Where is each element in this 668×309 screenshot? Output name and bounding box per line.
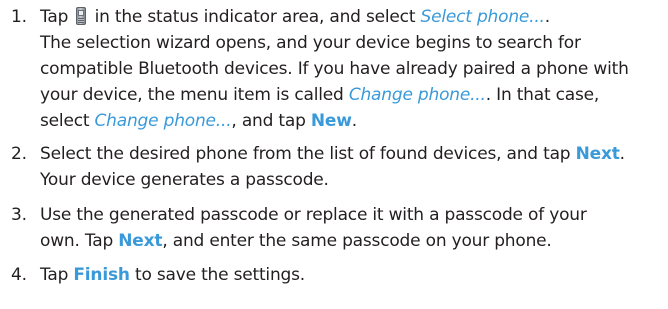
finish-keyword[interactable]: Finish bbox=[73, 265, 130, 285]
new-keyword[interactable]: New bbox=[311, 111, 352, 131]
text-run: select bbox=[40, 111, 95, 131]
change-phone-link[interactable]: Change phone... bbox=[349, 85, 486, 105]
step-line: compatible Bluetooth devices. If you hav… bbox=[40, 59, 629, 79]
text-run: own. Tap bbox=[40, 231, 119, 251]
change-phone-link[interactable]: Change phone... bbox=[95, 111, 232, 131]
text-run: . bbox=[544, 7, 550, 27]
text-run: Tap bbox=[40, 265, 74, 285]
step-text: Select the desired phone from the list o… bbox=[40, 141, 666, 193]
next-keyword[interactable]: Next bbox=[118, 231, 162, 251]
text-run: . In that case, bbox=[485, 85, 600, 105]
text-run: in the status indicator area, and select bbox=[89, 7, 421, 27]
step-line: your device, the menu item is called Cha… bbox=[40, 82, 666, 108]
next-keyword[interactable]: Next bbox=[576, 144, 620, 164]
step-line: Tap in the status indicator area, and se… bbox=[40, 4, 666, 30]
step-text: Use the generated passcode or replace it… bbox=[40, 202, 666, 254]
step-number: 1. bbox=[11, 7, 27, 27]
text-run: Tap bbox=[40, 7, 74, 27]
step-line: Tap Finish to save the settings. bbox=[40, 262, 666, 288]
step-number: 3. bbox=[11, 205, 27, 225]
text-run: to save the settings. bbox=[129, 265, 305, 285]
step-text: Tap in the status indicator area, and se… bbox=[40, 4, 666, 134]
text-run: . bbox=[351, 111, 357, 131]
step-line: Use the generated passcode or replace it… bbox=[40, 205, 587, 225]
step-line: select Change phone..., and tap New. bbox=[40, 108, 666, 134]
step-line: own. Tap Next, and enter the same passco… bbox=[40, 228, 666, 254]
text-run: , and enter the same passcode on your ph… bbox=[162, 231, 552, 251]
select-phone-link[interactable]: Select phone... bbox=[421, 7, 545, 27]
text-run: Select the desired phone from the list o… bbox=[40, 144, 576, 164]
step-text: Tap Finish to save the settings. bbox=[40, 262, 666, 288]
text-run: your device, the menu item is called bbox=[40, 85, 349, 105]
step-line: The selection wizard opens, and your dev… bbox=[40, 33, 581, 53]
phone-status-icon bbox=[75, 7, 87, 25]
step-number: 2. bbox=[11, 144, 27, 164]
text-run: , and tap bbox=[231, 111, 311, 131]
step-number: 4. bbox=[11, 265, 27, 285]
step-line: Select the desired phone from the list o… bbox=[40, 141, 666, 167]
text-run: . bbox=[619, 144, 625, 164]
step-line: Your device generates a passcode. bbox=[40, 170, 329, 190]
